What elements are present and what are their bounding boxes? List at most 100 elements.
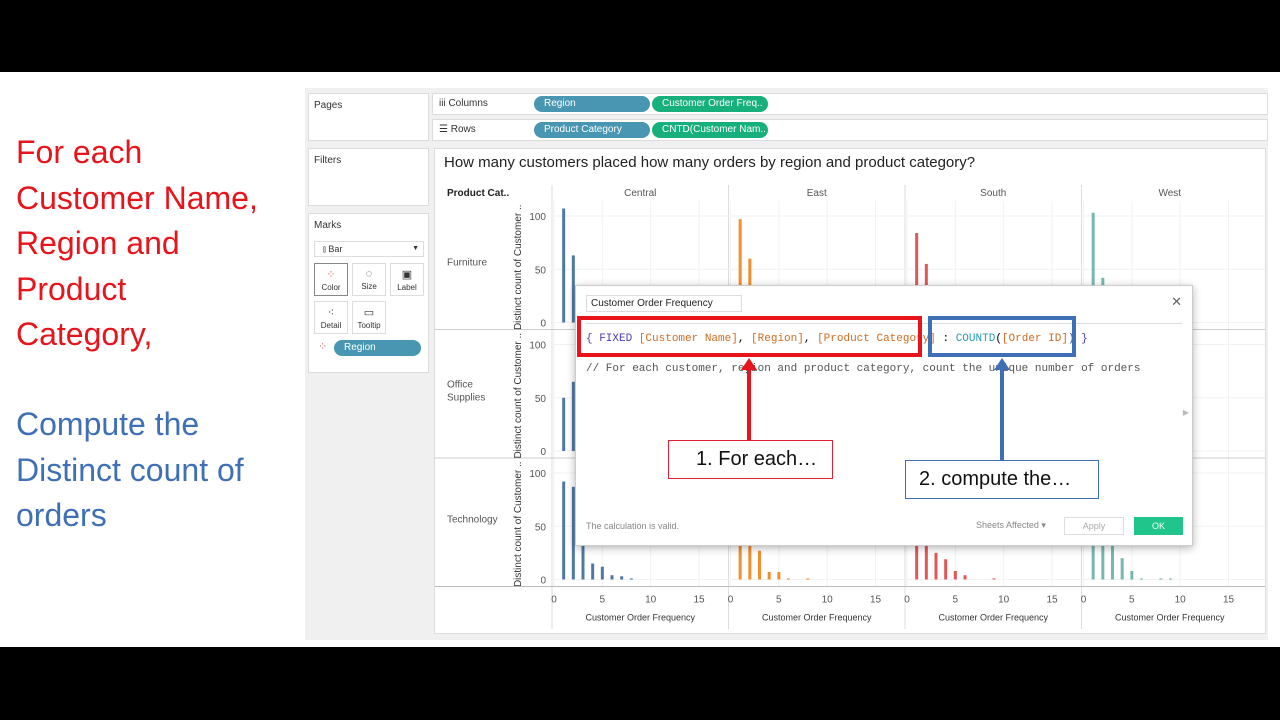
bar xyxy=(767,572,771,580)
pages-shelf[interactable]: Pages xyxy=(308,93,429,141)
sheets-affected-dropdown[interactable]: Sheets Affected ▾ xyxy=(976,520,1046,531)
callout-for-each: 1. For each… xyxy=(668,440,833,479)
y-tick-label: 50 xyxy=(535,394,547,405)
column-header: South xyxy=(980,188,1006,199)
x-axis-title: Customer Order Frequency xyxy=(585,613,695,623)
column-header: West xyxy=(1158,188,1181,199)
slide-line: Category, xyxy=(16,316,153,352)
row-header: Product Cat.. xyxy=(447,188,509,199)
bar xyxy=(591,563,595,580)
formula-comment: // For each customer, region and product… xyxy=(586,363,1141,375)
bar xyxy=(610,575,614,580)
detail-button[interactable]: ⁖ Detail xyxy=(314,301,348,334)
arrowhead-red xyxy=(741,358,757,370)
color-button[interactable]: ⁘ Color xyxy=(314,263,348,296)
tooltip-label: Tooltip xyxy=(357,321,381,330)
x-axis-title: Customer Order Frequency xyxy=(762,613,872,623)
bar xyxy=(562,481,566,580)
bar xyxy=(1120,558,1124,580)
detail-label: Detail xyxy=(320,321,342,330)
slide-line: orders xyxy=(16,497,107,533)
slide-line: For each xyxy=(16,134,143,170)
x-tick-label: 10 xyxy=(822,595,834,606)
rows-label: ☰ Rows xyxy=(439,124,476,135)
x-tick-label: 0 xyxy=(551,595,557,606)
bottom-letterbox xyxy=(0,647,1280,720)
bar xyxy=(1140,578,1143,580)
mark-type-dropdown[interactable]: ⫾ Bar ▼ xyxy=(314,241,424,257)
bar xyxy=(934,552,938,580)
x-tick-label: 0 xyxy=(1081,595,1087,606)
rows-pill-cntd[interactable]: CNTD(Customer Nam.. xyxy=(652,122,768,138)
bar xyxy=(806,578,810,580)
label-icon: ▣ xyxy=(401,269,413,281)
slide-text-blue: Compute the Distinct count of orders xyxy=(16,402,244,539)
bar xyxy=(1159,578,1163,580)
close-icon[interactable]: ✕ xyxy=(1171,294,1182,310)
y-tick-label: 100 xyxy=(529,469,546,480)
x-tick-label: 15 xyxy=(1223,595,1235,606)
x-tick-label: 10 xyxy=(1175,595,1187,606)
bar xyxy=(1169,578,1172,580)
calc-name-input[interactable]: Customer Order Frequency xyxy=(586,295,742,312)
y-tick-label: 0 xyxy=(540,447,546,458)
size-button[interactable]: ◌ Size xyxy=(352,263,386,296)
bar xyxy=(1130,570,1134,580)
row-label: Supplies xyxy=(447,392,485,403)
y-tick-label: 100 xyxy=(529,341,546,352)
slide-line: Distinct count of xyxy=(16,451,244,488)
x-tick-label: 5 xyxy=(600,595,606,606)
x-tick-label: 15 xyxy=(1046,595,1058,606)
y-tick-label: 50 xyxy=(535,265,547,276)
rows-shelf: ☰ Rows Product Category CNTD(Customer Na… xyxy=(432,119,1268,141)
row-label: Furniture xyxy=(447,257,487,268)
bar xyxy=(758,550,761,580)
label-button[interactable]: ▣ Label xyxy=(390,263,424,296)
bar xyxy=(944,559,948,580)
column-header: Central xyxy=(624,188,656,199)
slide-line: Product xyxy=(16,270,127,307)
columns-pill-order-freq[interactable]: Customer Order Freq.. xyxy=(652,96,768,112)
color-dots-icon: ⁘ xyxy=(318,341,328,353)
marks-card: Marks ⫾ Bar ▼ ⁘ Color ◌ Size ▣ Label ⁖ Detail… xyxy=(308,213,429,373)
x-tick-label: 0 xyxy=(728,595,734,606)
highlight-box-red xyxy=(577,316,922,357)
rows-pill-product-category[interactable]: Product Category xyxy=(534,122,650,138)
marks-label: Marks xyxy=(314,220,342,231)
ok-button[interactable]: OK xyxy=(1134,517,1183,535)
y-tick-label: 0 xyxy=(540,319,546,330)
arrowhead-blue xyxy=(994,358,1010,370)
slide-line: Compute the xyxy=(16,406,200,442)
validation-status: The calculation is valid. xyxy=(586,521,680,531)
region-color-pill[interactable]: Region xyxy=(334,340,421,356)
apply-button[interactable]: Apply xyxy=(1064,517,1124,535)
bar xyxy=(787,578,790,580)
tooltip-icon: ▭ xyxy=(363,307,375,319)
pages-label: Pages xyxy=(314,100,343,111)
y-axis-title: Distinct count of Customer .. xyxy=(513,204,524,330)
size-label: Size xyxy=(361,282,377,291)
callout-compute: 2. compute the… xyxy=(905,460,1099,499)
filters-shelf[interactable]: Filters xyxy=(308,148,429,206)
bar xyxy=(629,578,633,580)
label-label: Label xyxy=(397,283,417,292)
bar xyxy=(992,578,996,580)
x-axis-title: Customer Order Frequency xyxy=(1115,613,1225,623)
arrow-blue xyxy=(1000,368,1004,460)
columns-pill-region[interactable]: Region xyxy=(534,96,650,112)
x-tick-label: 5 xyxy=(1129,595,1135,606)
x-tick-label: 15 xyxy=(693,595,705,606)
mark-type-value: Bar xyxy=(328,244,343,254)
x-tick-label: 10 xyxy=(645,595,657,606)
top-letterbox xyxy=(0,0,1280,72)
chevron-down-icon: ▼ xyxy=(412,245,419,252)
slide-text-red: For each Customer Name, Region and Produ… xyxy=(16,130,258,358)
bar xyxy=(953,570,957,580)
detail-icon: ⁖ xyxy=(327,307,335,319)
tooltip-button[interactable]: ▭ Tooltip xyxy=(352,301,386,334)
bar xyxy=(620,576,624,580)
columns-shelf: iii Columns Region Customer Order Freq.. xyxy=(432,93,1268,115)
expand-arrow-icon[interactable]: ▶ xyxy=(1183,408,1189,417)
bar xyxy=(562,397,566,451)
color-dots-icon: ⁘ xyxy=(326,269,336,281)
